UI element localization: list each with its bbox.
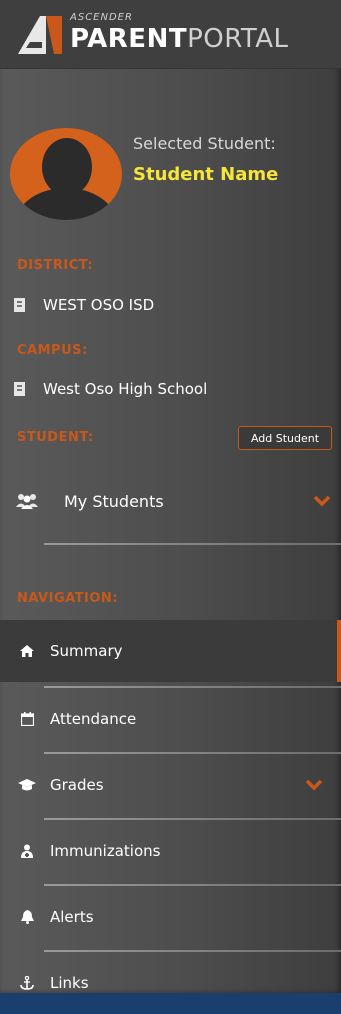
nav-item-label: Attendance [50, 710, 137, 728]
navigation-heading: NAVIGATION: [17, 591, 119, 606]
ascender-logo-icon [18, 16, 62, 54]
student-avatar[interactable] [10, 128, 122, 220]
sidebar: ASCENDER PARENTPORTAL Selected Student: … [0, 0, 341, 993]
brand-title-light: PORTAL [187, 24, 289, 54]
nav-item-attendance[interactable]: Attendance [0, 688, 341, 750]
avatar-body [16, 188, 116, 220]
campus-heading: CAMPUS: [17, 343, 88, 358]
chevron-down-icon [305, 779, 323, 791]
district-name: WEST OSO ISD [43, 296, 155, 314]
nav-item-links[interactable]: Links [0, 952, 341, 1014]
district-heading: DISTRICT: [17, 258, 94, 273]
nav-item-alerts[interactable]: Alerts [0, 886, 341, 948]
campus-name: West Oso High School [43, 380, 208, 398]
selected-student-name: Student Name [133, 164, 279, 185]
nav-item-summary[interactable]: Summary [0, 620, 341, 682]
users-icon [16, 494, 38, 509]
selected-student-label: Selected Student: [133, 134, 276, 153]
campus-row: West Oso High School [14, 380, 207, 398]
student-heading: STUDENT: [17, 430, 94, 445]
nav-item-label: Grades [50, 776, 104, 794]
brand-title: PARENTPORTAL [70, 24, 289, 54]
nav-item-grades[interactable]: Grades [0, 754, 341, 816]
brand-tagline: ASCENDER [70, 12, 133, 23]
brand-title-bold: PARENT [70, 24, 188, 54]
add-student-button[interactable]: Add Student [238, 426, 332, 450]
calendar-icon [18, 711, 36, 727]
my-students-label: My Students [64, 491, 164, 511]
medic-icon [18, 843, 36, 859]
bell-icon [18, 909, 36, 925]
nav-item-label: Alerts [50, 908, 94, 926]
building-icon [14, 382, 25, 396]
divider [44, 543, 341, 545]
building-icon [14, 298, 25, 312]
nav-item-label: Links [50, 974, 89, 992]
my-students-dropdown[interactable]: My Students [16, 486, 331, 516]
anchor-icon [18, 975, 36, 991]
nav-item-label: Summary [50, 642, 123, 660]
nav-item-immunizations[interactable]: Immunizations [0, 820, 341, 882]
home-icon [18, 643, 36, 659]
brand-header[interactable]: ASCENDER PARENTPORTAL [0, 0, 341, 69]
chevron-down-icon [313, 495, 331, 507]
graduation-cap-icon [18, 777, 36, 793]
nav-item-label: Immunizations [50, 842, 161, 860]
district-row: WEST OSO ISD [14, 296, 154, 314]
